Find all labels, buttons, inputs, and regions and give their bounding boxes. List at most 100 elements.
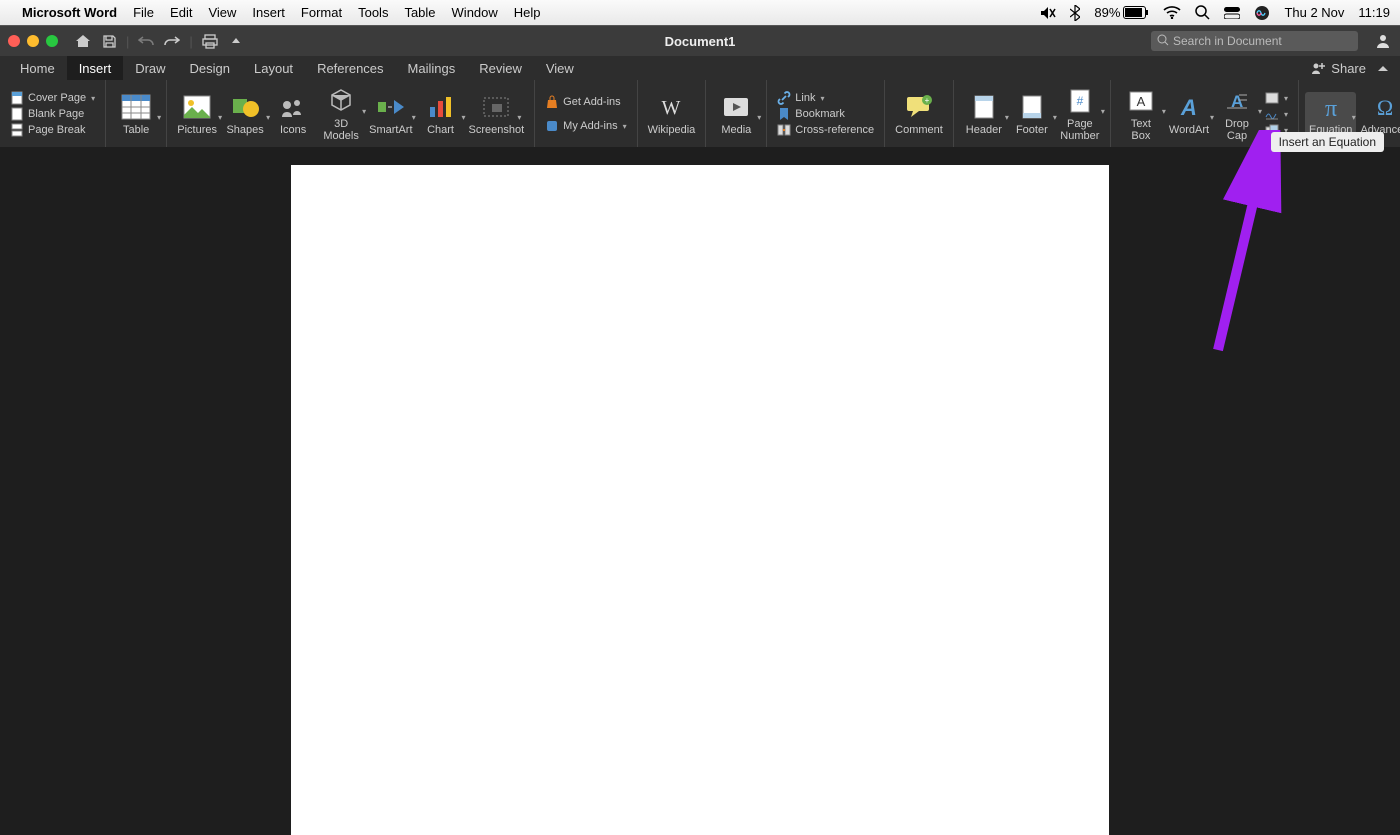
comment-icon: + — [902, 92, 936, 122]
my-addins-label: My Add-ins — [563, 120, 617, 132]
document-canvas[interactable] — [0, 147, 1400, 835]
document-page[interactable] — [291, 165, 1109, 835]
menu-help[interactable]: Help — [514, 5, 541, 20]
wifi-icon[interactable] — [1163, 6, 1181, 19]
group-addins: Get Add-ins My Add-ins▾ — [535, 80, 637, 148]
smartart-icon: ▾ — [374, 92, 408, 122]
cover-page-label: Cover Page — [28, 92, 86, 104]
cross-reference-button[interactable]: Cross-reference — [777, 123, 874, 137]
close-window-button[interactable] — [8, 35, 20, 47]
control-center-icon[interactable] — [1224, 7, 1240, 19]
battery-status[interactable]: 89% — [1094, 5, 1149, 20]
wordart-icon: A▾ — [1172, 92, 1206, 122]
media-icon: ▾ — [719, 92, 753, 122]
bookmark-label: Bookmark — [795, 108, 845, 120]
tab-layout[interactable]: Layout — [242, 56, 305, 80]
menu-view[interactable]: View — [208, 5, 236, 20]
link-label: Link — [795, 92, 815, 104]
get-addins-button[interactable]: Get Add-ins — [545, 95, 626, 109]
bookmark-button[interactable]: Bookmark — [777, 107, 874, 121]
tab-references[interactable]: References — [305, 56, 395, 80]
wikipedia-button[interactable]: WWikipedia — [644, 92, 700, 136]
search-placeholder: Search in Document — [1173, 34, 1282, 48]
tab-draw[interactable]: Draw — [123, 56, 177, 80]
battery-percent: 89% — [1094, 5, 1120, 20]
home-icon[interactable] — [74, 32, 92, 50]
menu-insert[interactable]: Insert — [252, 5, 285, 20]
icons-button[interactable]: Icons — [269, 92, 317, 136]
redo-icon[interactable] — [163, 32, 181, 50]
pictures-button[interactable]: ▾Pictures — [173, 92, 221, 136]
share-button[interactable]: Share — [1299, 56, 1400, 80]
collapse-ribbon-icon[interactable] — [1378, 61, 1388, 76]
footer-button[interactable]: ▾Footer — [1008, 92, 1056, 136]
tab-view[interactable]: View — [534, 56, 586, 80]
header-icon: ▾ — [967, 92, 1001, 122]
comment-button[interactable]: +Comment — [891, 92, 947, 136]
cover-page-button[interactable]: Cover Page▾ — [10, 91, 95, 105]
app-name[interactable]: Microsoft Word — [22, 5, 117, 20]
undo-icon[interactable] — [137, 32, 155, 50]
screenshot-button[interactable]: ▾Screenshot — [465, 92, 529, 136]
tab-insert[interactable]: Insert — [67, 56, 124, 80]
cover-page-icon — [10, 91, 24, 105]
print-icon[interactable] — [201, 32, 219, 50]
smartart-button[interactable]: ▾SmartArt — [365, 92, 416, 136]
search-input[interactable]: Search in Document — [1151, 31, 1358, 51]
footer-icon: ▾ — [1015, 92, 1049, 122]
header-button[interactable]: ▾Header — [960, 92, 1008, 136]
table-button[interactable]: ▾ Table — [112, 92, 160, 136]
spotlight-icon[interactable] — [1195, 5, 1210, 20]
search-icon — [1157, 34, 1169, 49]
blank-page-button[interactable]: Blank Page — [10, 107, 95, 121]
group-links: Link▾ Bookmark Cross-reference — [767, 80, 885, 148]
text-box-icon: A▾ — [1124, 86, 1158, 116]
drop-cap-button[interactable]: A▾Drop Cap — [1213, 86, 1261, 142]
share-label: Share — [1331, 61, 1366, 76]
wordart-button[interactable]: A▾ WordArt — [1165, 92, 1213, 136]
page-number-button[interactable]: #▾Page Number — [1056, 86, 1104, 142]
tab-review[interactable]: Review — [467, 56, 534, 80]
menu-format[interactable]: Format — [301, 5, 342, 20]
menu-window[interactable]: Window — [452, 5, 498, 20]
equation-button[interactable]: π▾Equation — [1305, 92, 1356, 136]
mac-menubar: Microsoft Word File Edit View Insert For… — [0, 0, 1400, 25]
account-icon[interactable] — [1374, 32, 1392, 50]
qat-customize-icon[interactable] — [227, 32, 245, 50]
icons-icon — [276, 92, 310, 122]
media-button[interactable]: ▾Media — [712, 92, 760, 136]
signature-line-button[interactable]: ▾ — [1265, 107, 1288, 121]
shapes-button[interactable]: ▾Shapes — [221, 92, 269, 136]
advanced-symbol-button[interactable]: ΩAdvanced — [1356, 92, 1400, 136]
minimize-window-button[interactable] — [27, 35, 39, 47]
bluetooth-icon[interactable] — [1070, 5, 1080, 21]
blank-page-label: Blank Page — [28, 108, 84, 120]
zoom-window-button[interactable] — [46, 35, 58, 47]
menu-edit[interactable]: Edit — [170, 5, 192, 20]
page-break-icon — [10, 123, 24, 137]
3d-models-button[interactable]: ▾3D Models — [317, 86, 365, 142]
svg-text:A: A — [1137, 94, 1146, 109]
signature-icon — [1265, 107, 1279, 121]
wordart-label: WordArt — [1169, 124, 1209, 136]
volume-muted-icon[interactable] — [1040, 6, 1056, 20]
siri-icon[interactable] — [1254, 5, 1270, 21]
tab-mailings[interactable]: Mailings — [396, 56, 468, 80]
clock-time[interactable]: 11:19 — [1358, 5, 1390, 20]
chart-button[interactable]: ▾Chart — [417, 92, 465, 136]
text-box-label: Text Box — [1121, 118, 1161, 142]
save-icon[interactable] — [100, 32, 118, 50]
link-button[interactable]: Link▾ — [777, 91, 874, 105]
menu-table[interactable]: Table — [404, 5, 435, 20]
quick-parts-button[interactable]: ▾ — [1265, 91, 1288, 105]
tab-home[interactable]: Home — [8, 56, 67, 80]
tab-design[interactable]: Design — [178, 56, 242, 80]
clock-date[interactable]: Thu 2 Nov — [1284, 5, 1344, 20]
bookmark-icon — [777, 107, 791, 121]
menu-tools[interactable]: Tools — [358, 5, 388, 20]
pictures-icon: ▾ — [180, 92, 214, 122]
menu-file[interactable]: File — [133, 5, 154, 20]
my-addins-button[interactable]: My Add-ins▾ — [545, 119, 626, 133]
page-break-button[interactable]: Page Break — [10, 123, 95, 137]
text-box-button[interactable]: A▾Text Box — [1117, 86, 1165, 142]
